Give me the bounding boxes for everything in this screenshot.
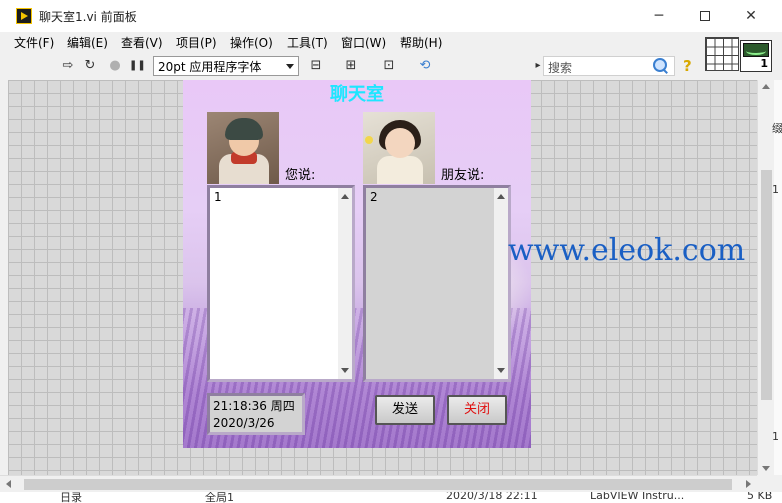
- maximize-button[interactable]: [682, 0, 728, 32]
- reorder-icon[interactable]: ⟲: [417, 58, 433, 74]
- minimize-button[interactable]: ─: [636, 0, 682, 32]
- abort-icon[interactable]: ●: [107, 58, 123, 74]
- vi-icon-number: 1: [760, 57, 768, 70]
- align-objects-icon[interactable]: ⊟: [308, 58, 324, 74]
- front-panel-canvas: 聊天室 您说: 朋友说: 1 2 21:18:36 周四 2020/3/26 发…: [8, 80, 757, 475]
- vi-icon[interactable]: 1: [740, 40, 772, 72]
- scroll-up-icon[interactable]: [497, 194, 505, 199]
- scroll-down-icon[interactable]: [762, 466, 770, 471]
- menu-edit[interactable]: 编辑(E): [67, 34, 108, 51]
- scroll-up-icon[interactable]: [762, 84, 770, 89]
- menu-window[interactable]: 窗口(W): [341, 34, 386, 51]
- friend-avatar: [363, 112, 435, 184]
- datetime-display: 21:18:36 周四 2020/3/26: [207, 393, 305, 435]
- run-icon[interactable]: ⇨: [60, 58, 76, 74]
- distribute-objects-icon[interactable]: ⊞: [343, 58, 359, 74]
- pause-icon[interactable]: ❚❚: [129, 58, 146, 74]
- title-bar: 聊天室1.vi 前面板 ─ ✕: [0, 0, 782, 32]
- labview-app-icon: [16, 8, 32, 24]
- send-button[interactable]: 发送: [375, 395, 435, 425]
- edge-text-top: 缀: [772, 122, 782, 135]
- search-icon[interactable]: [652, 57, 668, 73]
- search-placeholder: 搜索: [548, 61, 573, 75]
- file-list-item-type: LabVIEW Instru...: [590, 492, 685, 502]
- vertical-scroll-thumb[interactable]: [761, 170, 772, 400]
- file-list-item-size: 5 KB: [747, 492, 773, 502]
- my-message-scrollbar[interactable]: [338, 188, 352, 379]
- file-list-item-global: 全局1: [205, 492, 234, 503]
- close-window-button[interactable]: ✕: [728, 0, 774, 32]
- toolbar: ⇨ ↻ ● ❚❚ 20pt 应用程序字体 ⊟ ⊞ ⊡ ⟲ ▸ 搜索: [0, 54, 700, 78]
- menu-tools[interactable]: 工具(T): [287, 34, 328, 51]
- scroll-down-icon[interactable]: [497, 368, 505, 373]
- date-text: 2020/3/26: [213, 416, 275, 430]
- connector-pane[interactable]: [705, 37, 739, 71]
- friend-message-text: 2: [366, 188, 494, 379]
- horizontal-scroll-thumb[interactable]: [24, 479, 732, 490]
- window-title: 聊天室1.vi 前面板: [39, 10, 137, 24]
- background-window-edge: [774, 80, 782, 475]
- chevron-down-icon: [286, 64, 294, 69]
- scroll-left-icon[interactable]: [6, 480, 11, 488]
- labview-window: 聊天室1.vi 前面板 ─ ✕ 文件(F) 编辑(E) 查看(V) 项目(P) …: [0, 0, 782, 503]
- time-text: 21:18:36 周四: [213, 399, 295, 413]
- scroll-up-icon[interactable]: [341, 194, 349, 199]
- file-list-item-folder: 日录: [60, 492, 82, 503]
- run-continuously-icon[interactable]: ↻: [82, 58, 98, 74]
- friend-message-box[interactable]: 2: [363, 185, 511, 382]
- menu-help[interactable]: 帮助(H): [400, 34, 442, 51]
- close-chat-button[interactable]: 关闭: [447, 395, 507, 425]
- my-message-text[interactable]: 1: [210, 188, 338, 379]
- menu-operate[interactable]: 操作(O): [230, 34, 273, 51]
- help-icon[interactable]: ?: [683, 57, 692, 75]
- maximize-icon: [700, 11, 710, 21]
- menu-bar: 文件(F) 编辑(E) 查看(V) 项目(P) 操作(O) 工具(T) 窗口(W…: [0, 32, 700, 52]
- vi-icon-screen: [743, 43, 769, 57]
- friend-message-scrollbar[interactable]: [494, 188, 508, 379]
- my-message-box[interactable]: 1: [207, 185, 355, 382]
- menu-view[interactable]: 查看(V): [121, 34, 163, 51]
- chat-panel: 聊天室 您说: 朋友说: 1 2 21:18:36 周四 2020/3/26 发…: [183, 80, 531, 448]
- scroll-right-icon[interactable]: [746, 480, 751, 488]
- chat-room-title: 聊天室: [330, 84, 384, 105]
- search-input[interactable]: 搜索: [543, 56, 675, 76]
- edge-text-low: 1: [772, 430, 779, 443]
- vertical-scrollbar[interactable]: [757, 80, 774, 475]
- friend-message-label: 朋友说:: [441, 168, 485, 183]
- edge-text-mid: 1: [772, 183, 779, 196]
- menu-file[interactable]: 文件(F): [14, 34, 54, 51]
- font-select[interactable]: 20pt 应用程序字体: [153, 56, 299, 76]
- font-select-value: 20pt 应用程序字体: [158, 60, 262, 74]
- menu-project[interactable]: 项目(P): [176, 34, 217, 51]
- background-file-list: 日录 全局1 2020/3/18 22:11 LabVIEW Instru...…: [0, 492, 782, 503]
- file-list-item-date: 2020/3/18 22:11: [446, 492, 538, 502]
- my-message-label: 您说:: [285, 168, 316, 183]
- watermark-text: www.eleok.com: [508, 233, 746, 268]
- my-avatar: [207, 112, 279, 184]
- horizontal-scrollbar[interactable]: [0, 475, 757, 492]
- resize-objects-icon[interactable]: ⊡: [381, 58, 397, 74]
- scroll-down-icon[interactable]: [341, 368, 349, 373]
